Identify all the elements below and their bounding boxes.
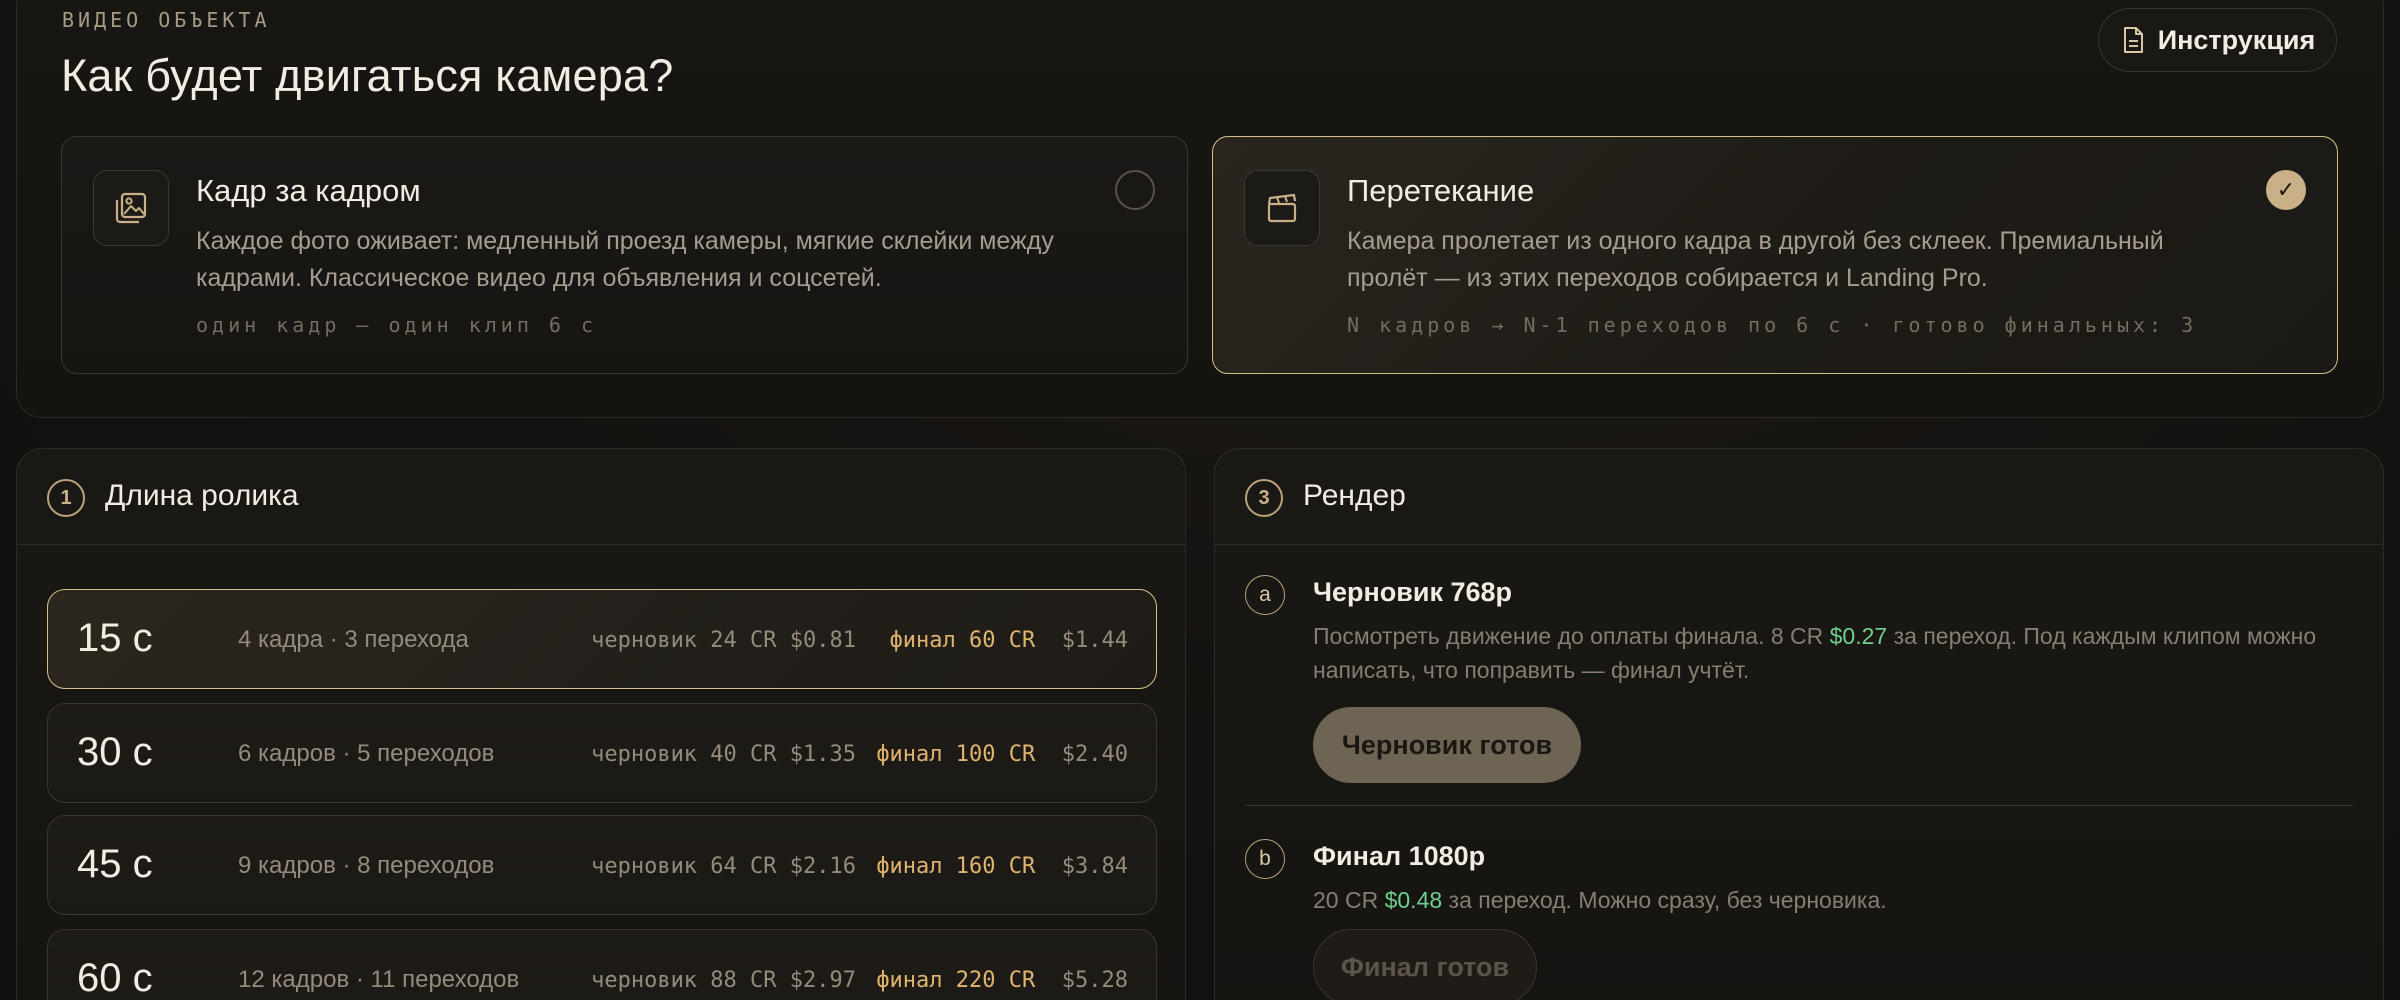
duration-frames: 12 кадров · 11 переходов [238, 966, 520, 993]
mode-radio[interactable] [1115, 170, 1155, 210]
desc-text: за переход. Можно сразу, без черновика. [1442, 887, 1887, 913]
draft-price: черновик 40 CR $1.35 [591, 742, 856, 767]
instruction-button[interactable]: Инструкция [2098, 8, 2337, 72]
duration-seconds: 30 с [77, 730, 153, 774]
duration-option-60[interactable]: 60 с 12 кадров · 11 переходов черновик 8… [47, 929, 1157, 1000]
panel-title: Длина ролика [105, 479, 299, 512]
duration-frames: 4 кадра · 3 перехода [238, 626, 469, 653]
section-eyebrow: ВИДЕО ОБЪЕКТА [62, 8, 271, 32]
duration-frames: 6 кадров · 5 переходов [238, 740, 495, 767]
final-price-usd: $5.28 [1061, 968, 1128, 993]
duration-seconds: 15 с [77, 616, 153, 660]
desc-text: 20 CR [1313, 887, 1385, 913]
mode-title: Перетекание [1347, 173, 1535, 208]
panel-title: Рендер [1303, 479, 1406, 512]
final-price-usd: $1.44 [1061, 628, 1128, 653]
document-icon [2123, 27, 2143, 53]
step-number: 3 [1245, 479, 1283, 517]
mode-card-frame-by-frame[interactable]: Кадр за кадром Каждое фото оживает: медл… [61, 136, 1188, 374]
step-number: 1 [47, 479, 85, 517]
render-final-description: 20 CR $0.48 за переход. Можно сразу, без… [1313, 883, 2353, 917]
final-price: финал 220 CR $5.28 [876, 968, 1128, 993]
desc-text: Посмотреть движение до оплаты финала. 8 … [1313, 623, 1830, 649]
draft-ready-button[interactable]: Черновик готов [1313, 707, 1581, 783]
mode-card-flow[interactable]: Перетекание Камера пролетает из одного к… [1212, 136, 2338, 374]
mode-radio-checked[interactable]: ✓ [2266, 170, 2306, 210]
divider [1245, 805, 2353, 806]
render-panel: 3 Рендер a Черновик 768p Посмотреть движ… [1214, 448, 2384, 1000]
final-price-usd: $3.84 [1061, 854, 1128, 879]
mode-title: Кадр за кадром [196, 173, 421, 208]
duration-panel: 1 Длина ролика 15 с 4 кадра · 3 перехода… [16, 448, 1186, 1000]
duration-option-30[interactable]: 30 с 6 кадров · 5 переходов черновик 40 … [47, 703, 1157, 803]
check-icon: ✓ [2276, 177, 2296, 202]
final-price-usd: $2.40 [1061, 742, 1128, 767]
final-price: финал 100 CR $2.40 [876, 742, 1128, 767]
render-final-title: Финал 1080p [1313, 841, 1486, 871]
panel-header: 3 Рендер [1215, 449, 2383, 545]
draft-price: черновик 24 CR $0.81 [591, 628, 856, 653]
panel-header: 1 Длина ролика [17, 449, 1185, 545]
render-draft-title: Черновик 768p [1313, 577, 1513, 607]
final-price-cr: финал 160 CR [876, 854, 1036, 879]
page-title: Как будет двигаться камера? [61, 50, 674, 101]
duration-option-15[interactable]: 15 с 4 кадра · 3 перехода черновик 24 CR… [47, 589, 1157, 689]
final-price-cr: финал 100 CR [876, 742, 1036, 767]
final-price-cr: финал 60 CR [889, 628, 1036, 653]
page: ВИДЕО ОБЪЕКТА Как будет двигаться камера… [0, 0, 2400, 1000]
option-letter: b [1245, 839, 1285, 879]
final-ready-button[interactable]: Финал готов [1313, 929, 1537, 1000]
usd-price: $0.48 [1384, 887, 1443, 913]
draft-price: черновик 88 CR $2.97 [591, 968, 856, 993]
mode-description: Каждое фото оживает: медленный проезд ка… [196, 227, 1054, 292]
mode-meta: один кадр — один клип 6 с [196, 313, 598, 337]
final-price: финал 60 CR $1.44 [890, 628, 1128, 653]
final-price: финал 160 CR $3.84 [876, 854, 1128, 879]
mode-description: Камера пролетает из одного кадра в друго… [1347, 227, 2164, 292]
final-price-cr: финал 220 CR [876, 968, 1036, 993]
clapperboard-icon [1244, 170, 1320, 246]
image-icon [93, 170, 169, 246]
draft-price: черновик 64 CR $2.16 [591, 854, 856, 879]
instruction-button-label: Инструкция [2157, 24, 2316, 55]
duration-option-45[interactable]: 45 с 9 кадров · 8 переходов черновик 64 … [47, 815, 1157, 915]
usd-price: $0.27 [1829, 623, 1888, 649]
duration-frames: 9 кадров · 8 переходов [238, 852, 495, 879]
mode-meta: N кадров → N-1 переходов по 6 с · готово… [1347, 313, 2198, 337]
duration-seconds: 45 с [77, 842, 153, 886]
render-draft-description: Посмотреть движение до оплаты финала. 8 … [1313, 619, 2353, 687]
duration-seconds: 60 с [77, 956, 153, 1000]
option-letter: a [1245, 575, 1285, 615]
